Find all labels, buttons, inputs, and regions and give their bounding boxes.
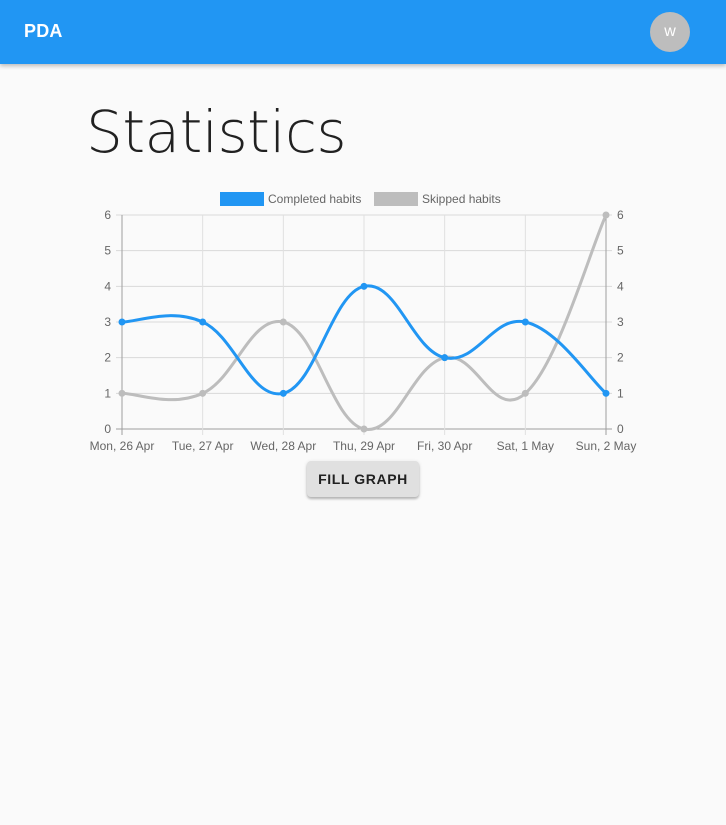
skipped-habits-point — [602, 211, 610, 219]
y-tick-label-left: 1 — [104, 386, 111, 400]
y-tick-label-right: 3 — [617, 315, 624, 329]
y-tick-label-left: 3 — [104, 315, 111, 329]
y-tick-label-left: 0 — [104, 422, 111, 436]
x-tick-label: Mon, 26 Apr — [90, 439, 155, 453]
skipped-habits-point — [360, 425, 368, 433]
habits-line-chart: Completed habits Skipped habits 0 0 1 1 2 2 3 3 4… — [90, 192, 637, 453]
x-tick-label: Sun, 2 May — [576, 439, 637, 453]
y-tick-label-left: 6 — [104, 208, 111, 222]
completed-habits-point — [279, 389, 287, 397]
user-avatar[interactable]: w — [650, 12, 690, 52]
y-tick-label-right: 4 — [617, 279, 624, 293]
y-tick-label-right: 6 — [617, 208, 624, 222]
skipped-habits-point — [279, 318, 287, 326]
y-tick-label-left: 4 — [104, 279, 111, 293]
completed-habits-point — [199, 318, 207, 326]
app-title[interactable]: PDA — [24, 21, 63, 42]
y-tick-label-right: 0 — [617, 422, 624, 436]
skipped-habits-point — [118, 389, 126, 397]
completed-habits-point — [602, 389, 610, 397]
completed-habits-point — [118, 318, 126, 326]
y-tick-label-right: 1 — [617, 386, 624, 400]
skipped-habits-point — [521, 389, 529, 397]
y-tick-label-left: 2 — [104, 351, 111, 365]
chart-legend: Completed habits Skipped habits — [220, 192, 501, 206]
x-tick-label: Tue, 27 Apr — [172, 439, 234, 453]
completed-habits-point — [441, 354, 449, 362]
skipped-habits-legend-label: Skipped habits — [422, 192, 501, 206]
y-tick-label-right: 5 — [617, 244, 624, 258]
y-tick-label-left: 5 — [104, 244, 111, 258]
x-tick-label: Thu, 29 Apr — [333, 439, 395, 453]
app-bar: PDA w — [0, 0, 726, 64]
skipped-habits-legend-swatch — [374, 192, 418, 206]
fill-graph-button[interactable]: FILL GRAPH — [307, 461, 419, 497]
y-tick-label-right: 2 — [617, 351, 624, 365]
skipped-habits-point — [199, 389, 207, 397]
completed-habits-point — [360, 282, 368, 290]
x-tick-label: Wed, 28 Apr — [250, 439, 316, 453]
x-tick-label: Fri, 30 Apr — [417, 439, 472, 453]
completed-habits-legend-label: Completed habits — [268, 192, 361, 206]
x-tick-label: Sat, 1 May — [497, 439, 554, 453]
chart-axes: 0 0 1 1 2 2 3 3 4 4 5 5 6 6 Mon, 26 Apr Tue, 27 Apr Wed,… — [90, 208, 637, 453]
completed-habits-point — [521, 318, 529, 326]
completed-habits-legend-swatch — [220, 192, 264, 206]
page-title: Statistics — [86, 98, 347, 166]
